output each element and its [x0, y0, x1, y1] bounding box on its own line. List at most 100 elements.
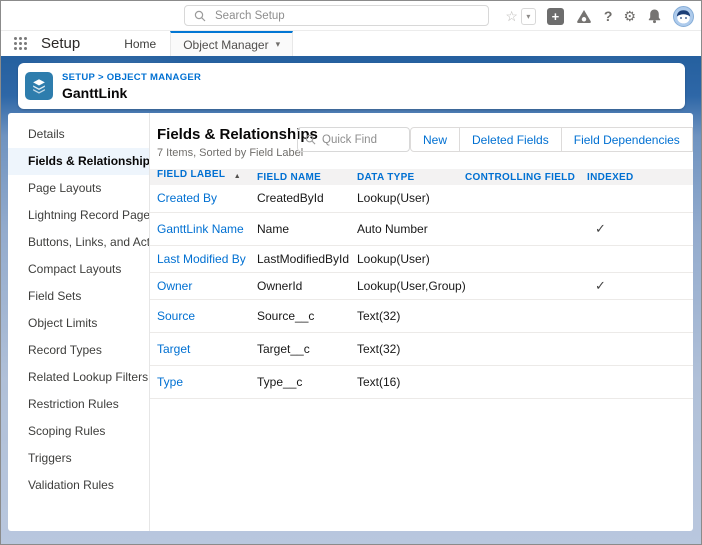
breadcrumb[interactable]: SETUP > OBJECT MANAGER — [62, 72, 201, 83]
notifications-bell-icon[interactable] — [647, 8, 662, 24]
global-search[interactable] — [184, 5, 489, 26]
controlling-field-cell — [465, 185, 587, 212]
controlling-field-cell — [465, 332, 587, 365]
fields-table: FIELD LABEL▲ FIELD NAME DATA TYPE CONTRO… — [150, 169, 693, 399]
favorites-control[interactable]: ☆ ▾ — [505, 8, 536, 25]
field-name-cell: CreatedById — [257, 185, 357, 212]
sidebar-item[interactable]: Lightning Record Pages — [8, 202, 149, 229]
actions-cell — [645, 272, 693, 299]
global-search-input[interactable] — [215, 10, 465, 22]
col-field-name[interactable]: FIELD NAME — [257, 169, 357, 185]
actions-cell: ▾ — [645, 299, 693, 332]
indexed-cell: ✓ — [587, 272, 645, 299]
indexed-cell — [587, 185, 645, 212]
sidebar-item[interactable]: Compact Layouts — [8, 256, 149, 283]
sidebar-item[interactable]: Related Lookup Filters — [8, 364, 149, 391]
indexed-cell — [587, 299, 645, 332]
actions-cell: ▾ — [645, 365, 693, 398]
actions-cell: ▾ — [645, 332, 693, 365]
field-label-link[interactable]: Type — [157, 375, 183, 389]
page-header: SETUP > OBJECT MANAGER GanttLink — [18, 63, 685, 109]
sidebar-item[interactable]: Restriction Rules — [8, 391, 149, 418]
field-name-cell: Source__c — [257, 299, 357, 332]
quick-find[interactable] — [297, 127, 410, 152]
table-row: Created ByCreatedByIdLookup(User) — [150, 185, 693, 212]
col-actions — [645, 169, 693, 185]
global-header: ☆ ▾ + ? ⚙ — [1, 1, 701, 31]
indexed-check-icon: ✓ — [595, 221, 606, 236]
indexed-cell — [587, 245, 645, 272]
page-title: GanttLink — [62, 85, 201, 101]
content-panel: DetailsFields & RelationshipsPage Layout… — [8, 113, 693, 531]
action-button[interactable]: New — [410, 127, 460, 152]
global-actions: ☆ ▾ + ? ⚙ — [505, 1, 694, 31]
quick-add-button[interactable]: + — [547, 8, 564, 25]
data-type-cell: Text(32) — [357, 332, 465, 365]
field-name-cell: Type__c — [257, 365, 357, 398]
sidebar-item[interactable]: Fields & Relationships — [8, 148, 149, 175]
actions-cell: ▾ — [645, 212, 693, 245]
section-title: Fields & Relationships — [157, 126, 297, 143]
field-label-link[interactable]: Last Modified By — [157, 252, 246, 266]
table-row: Last Modified By LastModifiedByIdLookup(U… — [150, 245, 693, 272]
sidebar-item[interactable]: Scoping Rules — [8, 418, 149, 445]
sidebar-item[interactable]: Validation Rules — [8, 472, 149, 499]
data-type-cell: Lookup(User) — [357, 245, 465, 272]
action-button[interactable]: Field Dependencies — [562, 127, 693, 152]
layers-icon — [30, 77, 48, 95]
sidebar-item[interactable]: Page Layouts — [8, 175, 149, 202]
data-type-cell: Text(32) — [357, 299, 465, 332]
section-subtitle: 7 Items, Sorted by Field Label — [157, 147, 297, 159]
sidebar-item[interactable]: Details — [8, 121, 149, 148]
controlling-field-cell — [465, 212, 587, 245]
sidebar-item[interactable]: Field Sets — [8, 283, 149, 310]
action-button-group: NewDeleted FieldsField DependenciesSet H… — [410, 127, 693, 152]
setup-gear-icon[interactable]: ⚙ — [623, 9, 636, 23]
tab-home[interactable]: Home — [110, 37, 170, 51]
favorites-star-icon[interactable]: ☆ — [505, 9, 518, 23]
quick-find-input[interactable] — [322, 134, 397, 146]
field-label-link[interactable]: Owner — [157, 279, 192, 293]
actions-cell — [645, 245, 693, 272]
tab-object-manager[interactable]: Object Manager ▾ — [170, 31, 293, 56]
sidebar-item[interactable]: Triggers — [8, 445, 149, 472]
sidebar-list: DetailsFields & RelationshipsPage Layout… — [8, 113, 150, 531]
controlling-field-cell — [465, 299, 587, 332]
field-label-link[interactable]: Created By — [157, 191, 217, 205]
sidebar-item[interactable]: Record Types — [8, 337, 149, 364]
app-launcher-icon[interactable] — [14, 37, 27, 50]
favorites-caret-button[interactable]: ▾ — [521, 8, 536, 25]
data-type-cell: Lookup(User,Group) — [357, 272, 465, 299]
fields-table-body: Created By CreatedById Lookup(User) GanttLi… — [150, 185, 693, 398]
table-header-row: FIELD LABEL▲ FIELD NAME DATA TYPE CONTRO… — [150, 169, 693, 185]
chevron-down-icon: ▾ — [276, 39, 281, 50]
field-name-cell: LastModifiedById — [257, 245, 357, 272]
indexed-cell — [587, 365, 645, 398]
table-row: GanttLink NameNameAuto Number✓▾ — [150, 212, 693, 245]
controlling-field-cell — [465, 245, 587, 272]
search-icon — [194, 10, 206, 22]
help-icon[interactable]: ? — [604, 8, 613, 24]
field-name-cell: OwnerId — [257, 272, 357, 299]
field-label-link[interactable]: Source — [157, 309, 195, 323]
guidance-center-icon[interactable] — [575, 8, 593, 25]
tab-object-manager-label: Object Manager — [183, 38, 268, 52]
col-indexed[interactable]: INDEXED — [587, 169, 645, 185]
sidebar-item[interactable]: Buttons, Links, and Actions — [8, 229, 149, 256]
col-field-label[interactable]: FIELD LABEL▲ — [150, 169, 257, 185]
user-avatar[interactable] — [673, 6, 694, 27]
controlling-field-cell — [465, 272, 587, 299]
col-data-type[interactable]: DATA TYPE — [357, 169, 465, 185]
action-button[interactable]: Deleted Fields — [460, 127, 562, 152]
col-controlling-field[interactable]: CONTROLLING FIELD — [465, 169, 587, 185]
app-name: Setup — [41, 35, 80, 52]
controlling-field-cell — [465, 365, 587, 398]
field-label-link[interactable]: GanttLink Name — [157, 222, 244, 236]
sidebar-item[interactable]: Object Limits — [8, 310, 149, 337]
salesforce-setup-window: ☆ ▾ + ? ⚙ Setup Home Object Manager ▾ — [0, 0, 702, 545]
field-label-link[interactable]: Target — [157, 342, 190, 356]
table-row: TargetTarget__cText(32)▾ — [150, 332, 693, 365]
table-row: Owner OwnerIdLookup(User,Group) ✓ — [150, 272, 693, 299]
search-icon — [305, 134, 316, 145]
data-type-cell: Auto Number — [357, 212, 465, 245]
